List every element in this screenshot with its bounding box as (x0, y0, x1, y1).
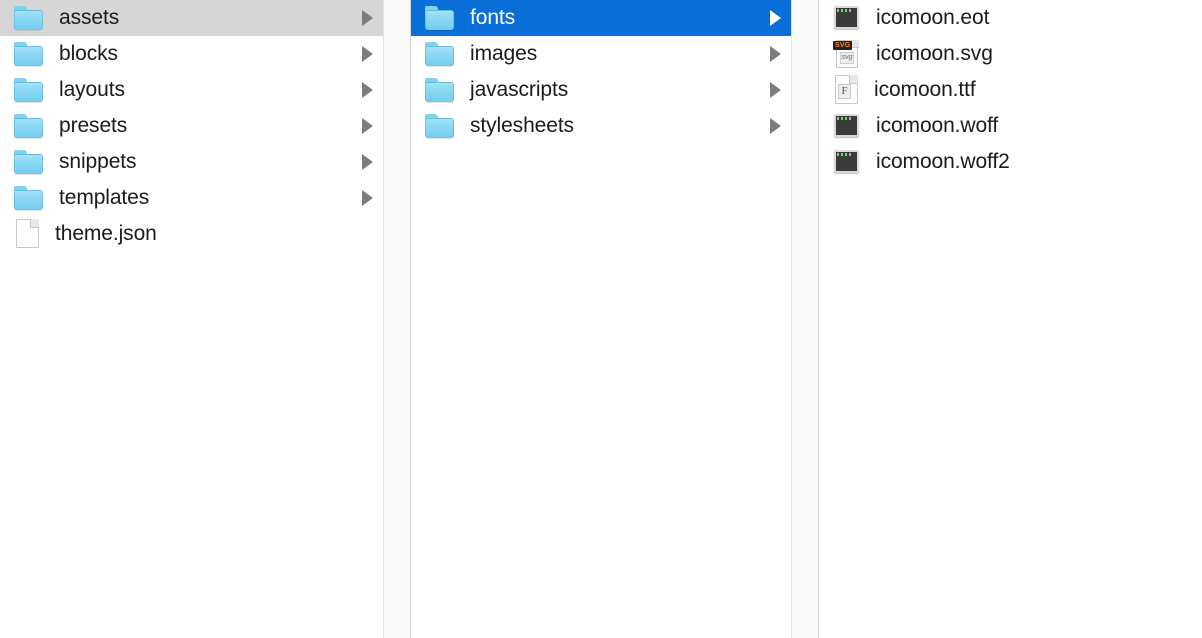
file-row-label: icomoon.woff2 (876, 150, 1010, 173)
file-row-label: theme.json (55, 222, 157, 245)
binary-file-icon (833, 5, 861, 31)
file-row-label: icomoon.eot (876, 6, 990, 29)
file-row[interactable]: assets (0, 0, 383, 36)
file-row[interactable]: presets (0, 108, 383, 144)
file-row-label: snippets (59, 150, 137, 173)
chevron-right-icon[interactable] (362, 118, 373, 134)
finder-column-3[interactable]: icomoon.eot svg SVG icomoon.svg Ficomoon.ttf… (819, 0, 1201, 638)
folder-icon (14, 78, 44, 102)
file-row-label: fonts (470, 6, 516, 29)
file-row[interactable]: svg SVG icomoon.svg (819, 36, 1201, 72)
file-row-label: templates (59, 186, 150, 209)
folder-icon (14, 150, 44, 174)
file-row-label: images (470, 42, 538, 65)
folder-icon (425, 6, 455, 30)
column-divider-1[interactable] (383, 0, 411, 638)
folder-icon (425, 78, 455, 102)
folder-icon (14, 42, 44, 66)
column-3-list: icomoon.eot svg SVG icomoon.svg Ficomoon.ttf… (819, 0, 1201, 180)
chevron-right-icon[interactable] (362, 190, 373, 206)
file-row[interactable]: theme.json (0, 216, 383, 252)
file-row[interactable]: stylesheets (411, 108, 791, 144)
folder-icon (425, 114, 455, 138)
file-row[interactable]: icomoon.eot (819, 0, 1201, 36)
file-row-label: icomoon.svg (876, 42, 993, 65)
file-row-label: blocks (59, 42, 118, 65)
font-file-icon: F (833, 75, 859, 105)
file-row[interactable]: templates (0, 180, 383, 216)
folder-icon (14, 114, 44, 138)
font-glyph-preview: F (838, 84, 851, 99)
file-row-label: presets (59, 114, 128, 137)
binary-file-icon (833, 113, 861, 139)
svg-file-icon: svg SVG (833, 39, 861, 69)
chevron-right-icon[interactable] (770, 82, 781, 98)
column-2-list: fonts images javascripts stylesheets (411, 0, 791, 144)
file-row-label: stylesheets (470, 114, 574, 137)
file-row[interactable]: snippets (0, 144, 383, 180)
chevron-right-icon[interactable] (362, 82, 373, 98)
file-row[interactable]: layouts (0, 72, 383, 108)
file-row[interactable]: blocks (0, 36, 383, 72)
chevron-right-icon[interactable] (362, 10, 373, 26)
file-row-label: assets (59, 6, 120, 29)
column-1-list: assets blocks layouts presets snippets templa… (0, 0, 383, 252)
chevron-right-icon[interactable] (770, 10, 781, 26)
file-row-label: layouts (59, 78, 125, 101)
chevron-right-icon[interactable] (362, 154, 373, 170)
file-row-label: icomoon.woff (876, 114, 999, 137)
file-row[interactable]: javascripts (411, 72, 791, 108)
folder-icon (14, 6, 44, 30)
finder-column-1[interactable]: assets blocks layouts presets snippets templa… (0, 0, 383, 638)
file-row[interactable]: icomoon.woff2 (819, 144, 1201, 180)
chevron-right-icon[interactable] (362, 46, 373, 62)
folder-icon (425, 42, 455, 66)
file-row[interactable]: images (411, 36, 791, 72)
finder-column-2[interactable]: fonts images javascripts stylesheets (411, 0, 791, 638)
file-row-label: icomoon.ttf (874, 78, 976, 101)
file-row-label: javascripts (470, 78, 569, 101)
chevron-right-icon[interactable] (770, 46, 781, 62)
svg-thumbnail: svg (840, 52, 854, 64)
file-row[interactable]: fonts (411, 0, 791, 36)
file-row[interactable]: Ficomoon.ttf (819, 72, 1201, 108)
document-file-icon (14, 219, 40, 249)
binary-file-icon (833, 149, 861, 175)
finder-column-browser: assets blocks layouts presets snippets templa… (0, 0, 1202, 638)
folder-icon (14, 186, 44, 210)
svg-badge: SVG (833, 41, 853, 50)
chevron-right-icon[interactable] (770, 118, 781, 134)
column-divider-2[interactable] (791, 0, 819, 638)
file-row[interactable]: icomoon.woff (819, 108, 1201, 144)
